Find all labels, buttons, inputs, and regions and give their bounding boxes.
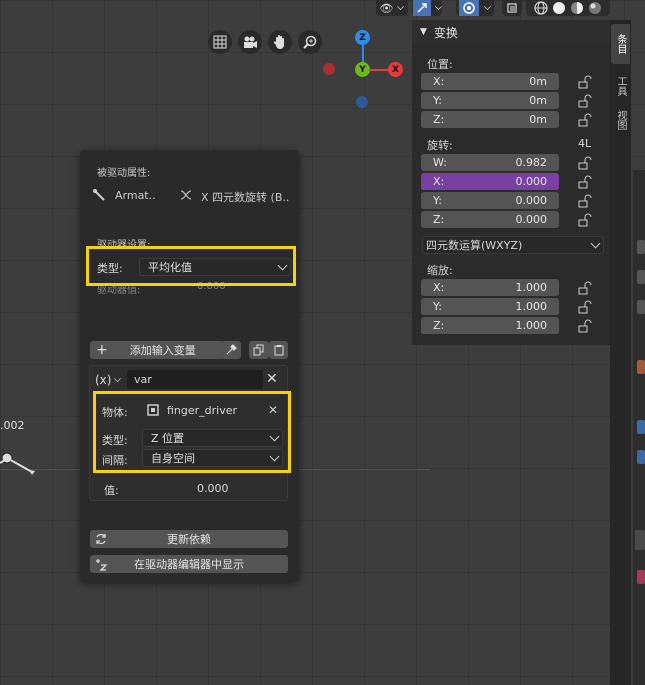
visibility-dropdown[interactable]: 👁 bbox=[376, 0, 408, 16]
scale-z-field[interactable]: Z: 1.000 bbox=[421, 317, 559, 335]
remove-variable-icon[interactable]: ✕ bbox=[266, 371, 278, 387]
world-icon[interactable] bbox=[637, 300, 645, 314]
lock-icon[interactable] bbox=[578, 156, 592, 170]
properties-toolbar-strip bbox=[633, 170, 645, 685]
constraints-icon[interactable] bbox=[637, 450, 645, 464]
chevron-down-icon bbox=[114, 375, 122, 382]
gizmo-z-line bbox=[362, 44, 364, 64]
gizmo-toggle[interactable] bbox=[412, 0, 442, 16]
scale-label: 缩放: bbox=[427, 264, 453, 277]
location-z-field[interactable]: Z: 0m bbox=[421, 111, 559, 129]
copy-variables-button[interactable] bbox=[249, 341, 269, 359]
gizmo-x-axis[interactable]: X bbox=[388, 62, 403, 77]
copy-icon bbox=[253, 344, 264, 356]
hand-icon bbox=[273, 35, 284, 49]
zoom-view-button[interactable] bbox=[298, 30, 322, 54]
plus-icon: + bbox=[96, 342, 108, 358]
driver-editor-icon bbox=[96, 559, 108, 571]
lock-icon[interactable] bbox=[578, 175, 592, 189]
location-y-field[interactable]: Y: 0m bbox=[421, 92, 559, 110]
add-variable-button[interactable]: + 添加输入变量 bbox=[90, 341, 223, 359]
pan-view-button[interactable] bbox=[268, 30, 292, 54]
lock-icon[interactable] bbox=[578, 300, 592, 314]
shading-modes[interactable] bbox=[526, 0, 610, 16]
transform-panel: ▼ 变换 位置: X: 0m Y: 0m Z: 0m 旋转: 4L W: 0.982 X… bbox=[412, 20, 610, 345]
rotation-lock-4l[interactable]: 4L bbox=[578, 137, 591, 150]
bone-properties-icon[interactable] bbox=[635, 530, 645, 550]
variable-type-dropdown[interactable]: (x) bbox=[95, 370, 125, 390]
overlay-icon bbox=[459, 0, 479, 16]
lock-icon[interactable] bbox=[578, 75, 592, 89]
gizmo-y-axis[interactable]: Y bbox=[355, 62, 370, 77]
camera-icon bbox=[244, 36, 257, 48]
lock-icon[interactable] bbox=[578, 319, 592, 333]
rotation-icon bbox=[180, 190, 192, 200]
gizmo-arrows-icon bbox=[412, 0, 431, 16]
transform-panel-header[interactable]: ▼ 变换 bbox=[412, 20, 610, 44]
value-label: 值: bbox=[104, 484, 119, 497]
paste-variables-button[interactable] bbox=[269, 341, 288, 359]
armature-icon bbox=[93, 189, 105, 201]
update-dependencies-button[interactable]: 更新依赖 bbox=[90, 530, 288, 548]
location-x-field[interactable]: X: 0m bbox=[421, 73, 559, 91]
driven-property-name: X 四元数旋转 (B.. bbox=[201, 191, 290, 204]
rotation-x-field[interactable]: X: 0.000 bbox=[421, 173, 559, 191]
refresh-icon bbox=[96, 533, 106, 545]
rotation-label: 旋转: bbox=[427, 139, 453, 152]
collapse-chevron-icon: ▼ bbox=[420, 27, 427, 37]
eye-icon: 👁 bbox=[379, 1, 394, 15]
driven-object-name: Armat.. bbox=[115, 189, 156, 202]
show-in-driver-editor-button[interactable]: 在驱动器编辑器中显示 bbox=[90, 555, 288, 573]
lock-icon[interactable] bbox=[578, 281, 592, 295]
scale-x-field[interactable]: X: 1.000 bbox=[421, 279, 559, 297]
rotation-z-field[interactable]: Z: 0.000 bbox=[421, 211, 559, 229]
rotation-y-field[interactable]: Y: 0.000 bbox=[421, 192, 559, 210]
eyedropper-button[interactable] bbox=[221, 341, 241, 359]
solid-shading-icon[interactable] bbox=[552, 1, 566, 15]
rendered-shading-icon[interactable] bbox=[588, 1, 602, 15]
driven-property-label: 被驱动属性: bbox=[97, 168, 151, 179]
lock-icon[interactable] bbox=[578, 94, 592, 108]
gizmo-x-line bbox=[369, 69, 389, 71]
bone-name-label: .002 bbox=[0, 419, 25, 432]
physics-icon[interactable] bbox=[637, 420, 645, 434]
rotation-mode-dropdown[interactable]: 四元数运算(WXYZ) bbox=[422, 236, 604, 254]
grid-icon bbox=[213, 35, 227, 49]
material-icon[interactable] bbox=[637, 570, 645, 584]
object-icon[interactable] bbox=[637, 360, 645, 374]
zoom-icon bbox=[303, 35, 317, 49]
gizmo-neg-x-axis[interactable] bbox=[323, 63, 335, 75]
highlight-variable-box bbox=[93, 391, 291, 473]
sidebar-tabs: 条目 工具 视图 bbox=[610, 20, 631, 685]
gizmo-z-axis[interactable]: Z bbox=[355, 30, 370, 45]
lock-icon[interactable] bbox=[578, 194, 592, 208]
tab-item[interactable]: 条目 bbox=[611, 24, 630, 64]
lock-icon[interactable] bbox=[578, 113, 592, 127]
gizmo-neg-z-axis[interactable] bbox=[356, 96, 368, 108]
tool-icon[interactable] bbox=[637, 240, 645, 254]
toggle-grid-button[interactable] bbox=[208, 30, 232, 54]
tab-view[interactable]: 视图 bbox=[611, 100, 630, 140]
xray-toggle[interactable] bbox=[502, 0, 522, 16]
paste-icon bbox=[274, 345, 283, 356]
variable-value: 0.000 bbox=[197, 482, 229, 495]
overlay-toggle[interactable] bbox=[456, 0, 494, 16]
lock-icon[interactable] bbox=[578, 213, 592, 227]
eyedropper-icon bbox=[226, 344, 237, 355]
highlight-type-box bbox=[86, 246, 296, 286]
wireframe-shading-icon[interactable] bbox=[534, 1, 548, 15]
variable-name-input[interactable]: var bbox=[127, 370, 263, 389]
material-shading-icon[interactable] bbox=[570, 1, 584, 15]
scene-icon[interactable] bbox=[637, 270, 645, 284]
transform-panel-title: 变换 bbox=[433, 25, 458, 40]
scale-y-field[interactable]: Y: 1.000 bbox=[421, 298, 559, 316]
bone-icon bbox=[0, 452, 35, 475]
chevron-down-icon bbox=[590, 238, 601, 249]
xray-icon bbox=[507, 3, 517, 13]
camera-view-button[interactable] bbox=[238, 30, 262, 54]
location-label: 位置: bbox=[427, 58, 453, 71]
rotation-w-field[interactable]: W: 0.982 bbox=[421, 154, 559, 172]
